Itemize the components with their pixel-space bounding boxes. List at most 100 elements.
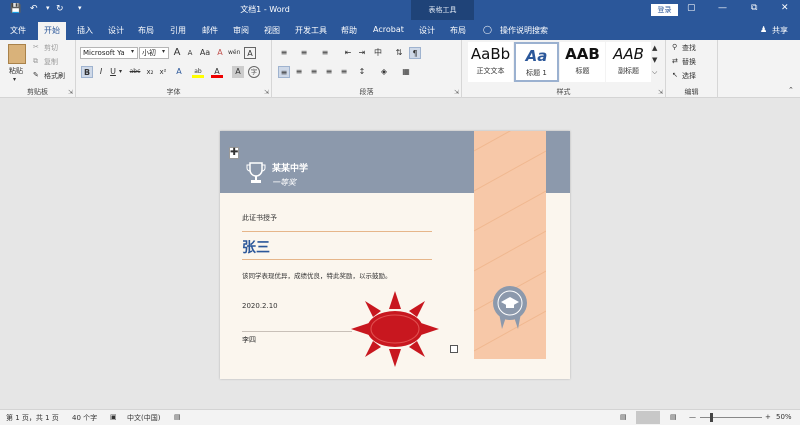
word-count[interactable]: 40 个字 [72,413,97,423]
shrink-font-icon[interactable]: A [184,47,196,59]
paste-dropdown-icon[interactable]: ▾ [13,76,16,83]
share-icon[interactable]: ♟ [760,25,767,34]
minimize-icon[interactable]: — [718,3,727,13]
font-launcher-icon[interactable]: ⇲ [264,89,269,96]
align-right-icon[interactable]: ≡ [308,66,320,78]
tab-insert[interactable]: 插入 [77,25,93,36]
underline-dropdown-icon[interactable]: ▾ [119,68,122,75]
styles-more-icon[interactable]: ⌵ [652,68,657,77]
borders-icon[interactable]: ▦ [400,66,412,78]
distributed-icon[interactable]: ≡ [338,66,350,78]
text-effects-icon[interactable]: A [173,66,185,78]
close-icon[interactable]: ✕ [781,3,789,13]
line-spacing-icon[interactable]: ↕ [356,66,368,78]
tab-developer[interactable]: 开发工具 [295,25,327,36]
styles-scroll-up-icon[interactable]: ▲ [652,44,657,52]
shading-icon[interactable]: ◈ [378,66,390,78]
tab-layout[interactable]: 布局 [138,25,154,36]
style-heading-1[interactable]: Aa 标题 1 [514,42,559,82]
tab-review[interactable]: 审阅 [233,25,249,36]
format-painter-button[interactable]: 格式刷 [44,71,65,81]
select-button[interactable]: 选择 [682,71,696,81]
table-resize-handle[interactable] [450,345,458,353]
enclose-char-icon[interactable]: 字 [248,66,260,78]
share-button[interactable]: 共享 [772,25,788,36]
style-title[interactable]: AAB 标题 [560,42,605,82]
increase-indent-icon[interactable]: ⇥ [356,47,368,59]
zoom-out-icon[interactable]: — [689,413,696,421]
tab-table-layout[interactable]: 布局 [450,25,466,36]
char-shading-icon[interactable]: A [232,66,244,78]
ribbon-display-icon[interactable]: ▢ [687,3,696,13]
select-icon[interactable]: ↖ [672,71,678,79]
style-normal-text[interactable]: AaBb 正文文本 [468,42,513,82]
paragraph-launcher-icon[interactable]: ⇲ [454,89,459,96]
undo-icon[interactable]: ↶ [30,4,38,14]
clear-format-icon[interactable]: A [214,47,226,59]
tab-mailings[interactable]: 邮件 [202,25,218,36]
bold-button[interactable]: B [81,66,93,78]
document-area[interactable]: ✚ 某某中学 一等奖 此证书授予 张三 该同学表现优异，成绩优良，特此奖励，以示… [0,98,800,409]
format-painter-icon[interactable]: ✎ [33,71,39,79]
change-case-icon[interactable]: Aa [199,47,211,59]
font-color-icon[interactable]: A [211,66,223,78]
font-size-dropdown-icon[interactable]: ▾ [162,48,165,55]
replace-icon[interactable]: ⇄ [672,57,678,65]
macro-record-icon[interactable]: ▤ [174,413,181,421]
restore-icon[interactable]: ⧉ [751,3,757,13]
grow-font-icon[interactable]: A [171,47,183,59]
strikethrough-button[interactable]: abc [127,66,143,78]
show-marks-icon[interactable]: ¶ [409,47,421,59]
tab-view[interactable]: 视图 [264,25,280,36]
align-center-icon[interactable]: ≡ [293,66,305,78]
zoom-level[interactable]: 50% [776,413,792,421]
tab-help[interactable]: 帮助 [341,25,357,36]
customize-icon[interactable]: ▾ [78,4,82,12]
collapse-ribbon-icon[interactable]: ⌃ [788,86,794,94]
redo-icon[interactable]: ↻ [56,4,64,14]
replace-button[interactable]: 替换 [682,57,696,67]
highlight-icon[interactable]: ab [192,66,204,78]
subscript-button[interactable]: x₂ [144,66,156,78]
tab-design[interactable]: 设计 [108,25,124,36]
style-subtitle[interactable]: AAB 副标题 [606,42,651,82]
tell-me-search[interactable]: 操作说明搜索 [500,25,548,36]
tab-table-design[interactable]: 设计 [419,25,435,36]
tab-acrobat[interactable]: Acrobat [373,25,404,34]
align-left-icon[interactable]: ≡ [278,66,290,78]
find-button[interactable]: 查找 [682,43,696,53]
language-status[interactable]: 中文(中国) [127,413,160,423]
table-move-handle-icon[interactable]: ✚ [229,147,239,159]
certificate-page[interactable]: ✚ 某某中学 一等奖 此证书授予 张三 该同学表现优异，成绩优良，特此奖励，以示… [220,131,570,379]
print-layout-icon[interactable] [636,411,660,424]
font-name-dropdown-icon[interactable]: ▾ [131,48,134,55]
paste-button[interactable]: 粘贴 [9,66,23,76]
char-border-icon[interactable]: A [244,47,256,59]
styles-launcher-icon[interactable]: ⇲ [658,89,663,96]
read-mode-icon[interactable]: ▤ [620,413,627,421]
italic-button[interactable]: I [95,66,107,78]
sort-icon[interactable]: ⇅ [393,47,405,59]
font-name-box[interactable]: Microsoft Ya [80,47,138,59]
undo-dropdown-icon[interactable]: ▾ [46,4,50,12]
numbering-icon[interactable]: ≡ [298,47,310,59]
underline-button[interactable]: U [107,66,119,78]
tab-home[interactable]: 开始 [38,22,66,40]
zoom-slider-thumb[interactable] [710,413,713,422]
web-layout-icon[interactable]: ▤ [670,413,677,421]
decrease-indent-icon[interactable]: ⇤ [342,47,354,59]
bullets-icon[interactable]: ≡ [278,47,290,59]
tab-file[interactable]: 文件 [10,25,26,36]
chinese-layout-icon[interactable]: 中 [372,47,384,59]
zoom-in-icon[interactable]: + [765,413,771,421]
page-count[interactable]: 第 1 页，共 1 页 [6,413,59,423]
tab-references[interactable]: 引用 [170,25,186,36]
save-icon[interactable]: 💾 [10,4,21,14]
multilevel-list-icon[interactable]: ≡ [319,47,331,59]
clipboard-launcher-icon[interactable]: ⇲ [68,89,73,96]
proofing-icon[interactable]: ▣ [110,413,117,421]
styles-scroll-down-icon[interactable]: ▼ [652,56,657,64]
login-button[interactable]: 登录 [651,4,678,16]
find-icon[interactable]: ⚲ [672,43,677,51]
superscript-button[interactable]: x² [157,66,169,78]
